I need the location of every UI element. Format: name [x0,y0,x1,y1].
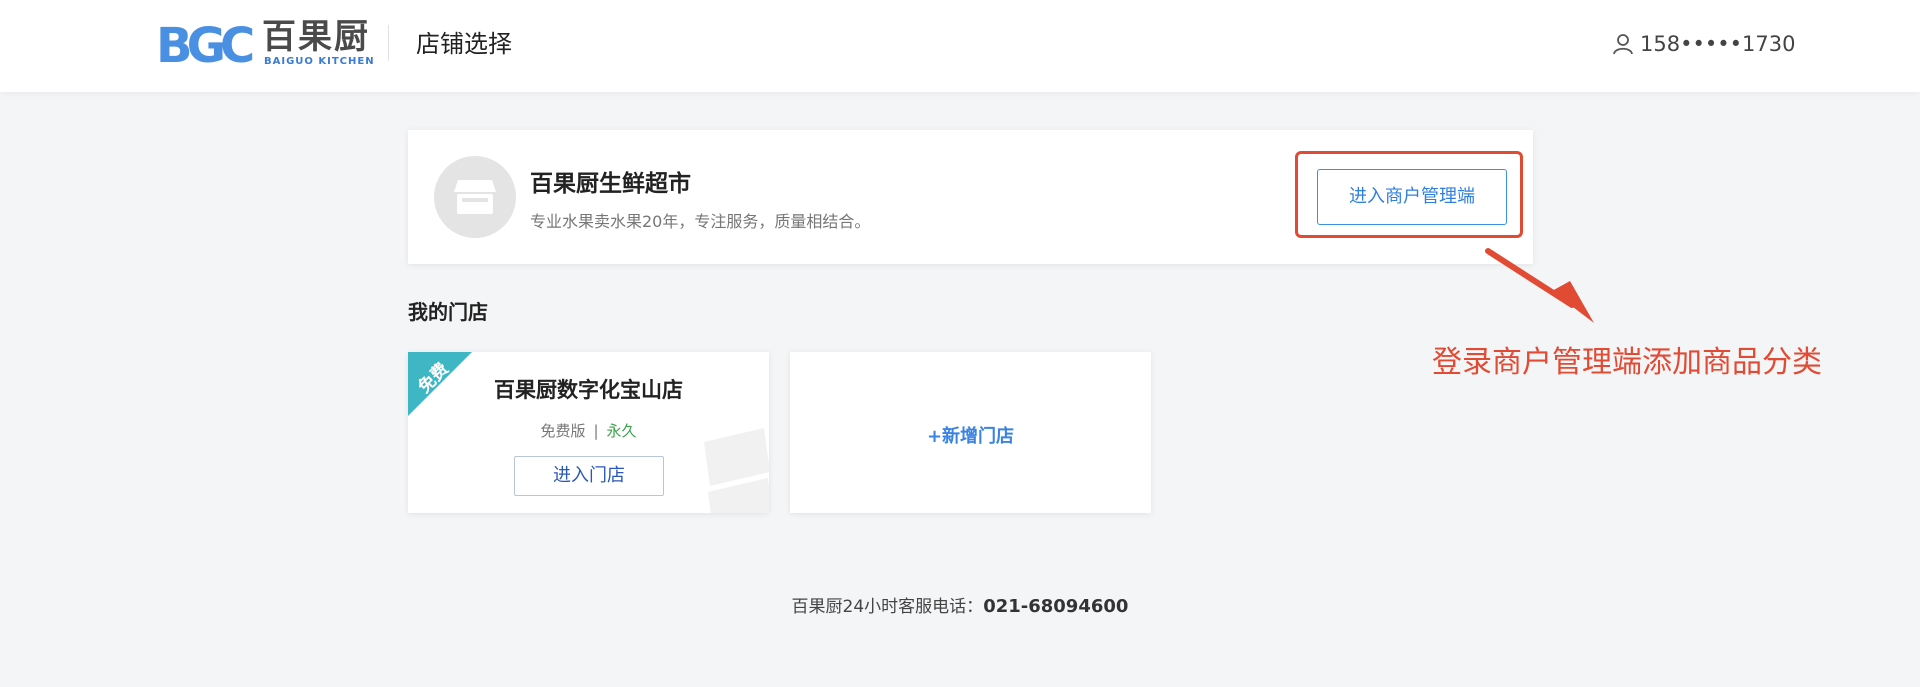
logo-text-en: BAIGUO KITCHEN [264,56,375,67]
store-watermark-icon [704,428,769,513]
meta-separator: | [593,422,599,440]
merchant-name: 百果厨生鲜超市 [530,171,691,197]
page-title: 店铺选择 [416,30,512,58]
hotline-label: 百果厨24小时客服电话： [791,597,984,617]
footer-hotline: 百果厨24小时客服电话：021-68094600 [0,592,1920,617]
enter-store-button[interactable]: 进入门店 [514,456,664,496]
store-period: 永久 [606,422,637,440]
enter-merchant-admin-button[interactable]: 进入商户管理端 [1317,169,1507,225]
bgc-logo-icon: BGC [156,20,259,66]
arrow-icon [1485,248,1594,323]
top-header: BGC 百果厨 BAIGUO KITCHEN 店铺选择 158•••••1730 [0,0,1920,92]
store-name: 百果厨数字化宝山店 [494,378,683,402]
my-stores-title: 我的门店 [408,300,488,324]
store-icon [454,180,496,214]
store-plan: 免费版 [540,422,586,440]
merchant-avatar [434,156,516,238]
merchant-description: 专业水果卖水果20年，专注服务，质量相结合。 [530,212,871,231]
store-card: 免费 百果厨数字化宝山店 免费版 | 永久 进入门店 [408,352,769,513]
logo-text-cn: 百果厨 [262,17,370,57]
add-store-card[interactable]: +新增门店 [790,352,1151,513]
user-icon [1613,34,1633,55]
hotline-phone[interactable]: 021-68094600 [983,596,1128,617]
add-store-label: +新增门店 [926,426,1015,447]
svg-text:BGC: BGC [156,20,253,66]
user-phone: 158•••••1730 [1640,32,1796,56]
annotation-text: 登录商户管理端添加商品分类 [1432,345,1822,380]
header-divider [388,25,389,61]
